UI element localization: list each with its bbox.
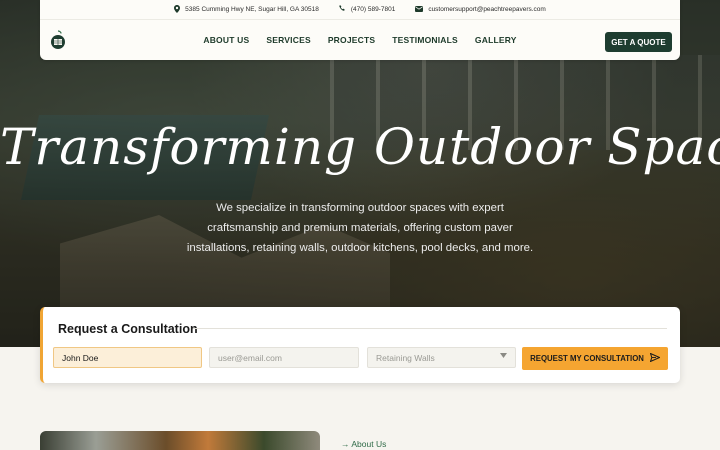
- nav-item-services[interactable]: SERVICES: [266, 35, 310, 45]
- phone-icon: [339, 5, 346, 14]
- email-text[interactable]: customersupport@peachtreepavers.com: [428, 6, 546, 13]
- location-pin-icon: [174, 4, 181, 15]
- nav-item-projects[interactable]: PROJECTS: [328, 35, 375, 45]
- main-nav: ABOUT US SERVICES PROJECTS TESTIMONIALS …: [40, 20, 680, 60]
- heading-divider: [193, 328, 667, 329]
- phone-item[interactable]: (470) 589-7801: [339, 5, 395, 14]
- service-select-value: Retaining Walls: [376, 352, 435, 363]
- site-header: 5385 Cumming Hwy NE, Sugar Hill, GA 3051…: [40, 0, 680, 60]
- chevron-down-icon: [500, 353, 507, 360]
- address-item: 5385 Cumming Hwy NE, Sugar Hill, GA 3051…: [174, 4, 319, 15]
- about-photo: [40, 431, 320, 450]
- address-text: 5385 Cumming Hwy NE, Sugar Hill, GA 3051…: [185, 6, 319, 13]
- phone-text[interactable]: (470) 589-7801: [351, 6, 395, 13]
- name-field[interactable]: John Doe: [53, 347, 202, 368]
- nav-item-about[interactable]: ABOUT US: [203, 35, 249, 45]
- email-field[interactable]: user@email.com: [209, 347, 359, 368]
- get-quote-button[interactable]: GET A QUOTE: [605, 32, 672, 52]
- consultation-heading: Request a Consultation: [58, 322, 198, 336]
- consultation-form: Request a Consultation John Doe user@ema…: [40, 307, 680, 383]
- request-consultation-label: REQUEST MY CONSULTATION: [530, 354, 644, 363]
- email-item[interactable]: customersupport@peachtreepavers.com: [415, 5, 546, 14]
- email-icon: [415, 5, 424, 14]
- hero-subtitle: We specialize in transforming outdoor sp…: [186, 202, 534, 254]
- contact-topbar: 5385 Cumming Hwy NE, Sugar Hill, GA 3051…: [40, 0, 680, 20]
- request-consultation-button[interactable]: REQUEST MY CONSULTATION: [522, 347, 668, 370]
- about-us-link[interactable]: → About Us: [341, 439, 386, 449]
- nav-item-testimonials[interactable]: TESTIMONIALS: [392, 35, 458, 45]
- service-select[interactable]: Retaining Walls: [367, 347, 516, 368]
- nav-item-gallery[interactable]: GALLERY: [475, 35, 517, 45]
- hero-title: Transforming Outdoor Spaces: [0, 118, 720, 176]
- send-arrow-icon: [649, 352, 661, 364]
